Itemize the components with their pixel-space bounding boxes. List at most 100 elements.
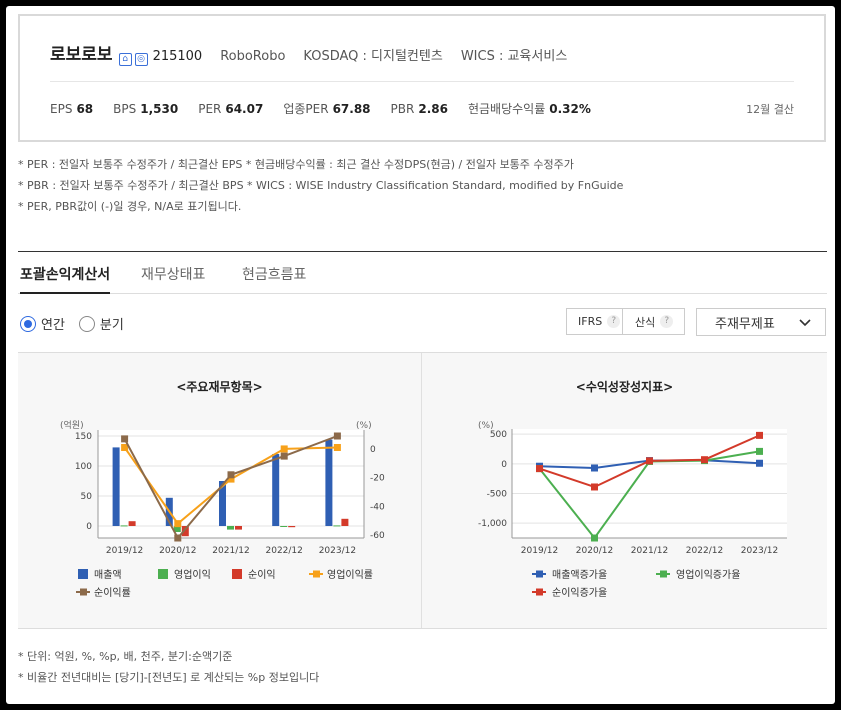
legend-label: 영업이익증가율 — [676, 568, 740, 581]
marker-순이익률 — [174, 534, 182, 542]
page-frame: 로보로보 ⌂ ◎ 215100 RoboRobo KOSDAQ : 디지털컨텐츠… — [6, 6, 835, 704]
help-icon[interactable]: ? — [607, 315, 621, 328]
help-icon[interactable]: ? — [660, 315, 674, 328]
company-header: 로보로보 ⌂ ◎ 215100 RoboRobo KOSDAQ : 디지털컨텐츠… — [50, 40, 568, 66]
legend-label: 영업이익률 — [327, 568, 373, 581]
bar-순이익 — [341, 518, 349, 526]
tab-income-statement[interactable]: 포괄손익계산서 — [20, 264, 111, 294]
legend-label: 순이익증가율 — [552, 587, 607, 599]
company-name: 로보로보 — [50, 45, 113, 65]
home-icon[interactable]: ⌂ — [118, 53, 132, 66]
y-tick-label: 0 — [86, 522, 92, 532]
metric-eps-value: 68 — [76, 102, 94, 116]
statement-type-select[interactable]: 주재무제표 — [696, 308, 826, 336]
marker-순이익증가율 — [701, 456, 708, 464]
note-line: * PER : 전일자 보통주 수정주가 / 최근결산 EPS * 현금배당수익… — [18, 158, 574, 171]
formula-button[interactable]: 산식? — [622, 308, 685, 335]
legend-swatch — [158, 569, 168, 579]
bar-영업이익 — [227, 526, 234, 530]
y2-tick-label: -20 — [370, 474, 385, 484]
marker-순이익증가율 — [536, 465, 543, 473]
marker-순이익률 — [121, 435, 129, 443]
growth-indicators-chart: 500 0 -500 -1,000 (%) 2019/12 2020/12 2021/12 20… — [478, 421, 787, 599]
ifrs-button[interactable]: IFRS? — [566, 308, 623, 335]
y2-tick-label: -40 — [370, 502, 385, 512]
marker-영업이익률 — [174, 520, 182, 528]
marker-순이익증가율 — [591, 483, 598, 491]
note-line: * 단위: 억원, %, %p, 배, 천주, 분기:순액기준 — [18, 650, 233, 663]
metric-industry-per-label: 업종PER — [283, 102, 329, 116]
metric-per-value: 64.07 — [225, 102, 264, 116]
footer-notes: * 단위: 억원, %, %p, 배, 천주, 분기:순액기준 * 비율간 전년… — [18, 646, 319, 688]
settlement-month: 12월 결산 — [746, 103, 794, 116]
y-axis-unit: (억원) — [60, 419, 84, 431]
y2-tick-label: 0 — [370, 445, 376, 455]
y-tick-label: 150 — [75, 432, 92, 442]
ifrs-label: IFRS — [578, 315, 603, 328]
y-tick-label: 100 — [75, 462, 92, 472]
metric-dividend-yield-label: 현금배당수익률 — [467, 102, 546, 116]
y-tick-label: -500 — [487, 490, 508, 500]
bar-순이익 — [128, 521, 136, 526]
marker-영업이익증가율 — [756, 447, 763, 455]
marker-순이익률 — [280, 452, 288, 460]
legend-label: 순이익률 — [94, 587, 131, 599]
market-info: KOSDAQ : 디지털컨텐츠 — [303, 49, 443, 64]
x-tick-label: 2019/12 — [106, 546, 143, 556]
bar-순이익 — [235, 526, 242, 530]
chart-panels: <주요재무항목> 0 50 100 150 0 -20 -40 -60 (억원) (%) 2019/… — [18, 352, 827, 629]
metric-bps-value: 1,530 — [140, 102, 179, 116]
annual-radio[interactable] — [20, 315, 36, 332]
stock-code: 215100 — [152, 49, 203, 64]
annual-label[interactable]: 연간 — [41, 314, 65, 333]
x-tick-label: 2021/12 — [631, 546, 668, 556]
chevron-down-icon — [799, 319, 811, 327]
x-tick-label: 2020/12 — [159, 546, 196, 556]
note-line: * PBR : 전일자 보통주 수정주가 / 최근결산 BPS * WICS :… — [18, 179, 624, 192]
note-line: * 비율간 전년대비는 [당기]-[전년도] 로 계산되는 %p 정보입니다 — [18, 671, 320, 684]
legend-swatch — [536, 588, 543, 596]
company-english-name: RoboRobo — [220, 49, 286, 64]
metric-industry-per-value: 67.88 — [332, 102, 371, 116]
bar-매출액 — [272, 454, 280, 526]
metric-pbr-value: 2.86 — [418, 102, 448, 116]
x-tick-label: 2023/12 — [741, 546, 778, 556]
marker-순이익률 — [227, 471, 235, 479]
marker-순이익률 — [333, 432, 341, 440]
quarter-radio[interactable] — [78, 315, 95, 332]
x-tick-label: 2020/12 — [576, 546, 613, 556]
bar-매출액 — [325, 439, 333, 526]
marker-영업이익률 — [280, 445, 288, 453]
y-axis-unit: (%) — [478, 421, 494, 431]
marker-영업이익률 — [333, 443, 341, 451]
statement-tabs: 포괄손익계산서 재무상태표 현금흐름표 — [18, 260, 827, 294]
plot-area — [512, 429, 787, 538]
note-line: * PER, PBR값이 (-)일 경우, N/A로 표기됩니다. — [18, 200, 242, 213]
marker-매출액증가율 — [756, 459, 763, 467]
tab-cash-flow[interactable]: 현금흐름표 — [242, 264, 306, 294]
growth-indicators-panel: <수익성장성지표> 500 0 -500 -1,000 (%) 2019/12 2020/1… — [422, 353, 827, 628]
metric-bps-label: BPS — [113, 102, 137, 116]
divider — [50, 81, 794, 82]
y2-axis-unit: (%) — [356, 421, 372, 431]
legend-swatch — [313, 570, 320, 578]
y-tick-label: -1,000 — [478, 519, 507, 529]
bar-영업이익 — [120, 525, 128, 527]
period-selector: 연간 분기 — [20, 314, 138, 333]
legend-swatch — [78, 569, 88, 579]
marker-순이익증가율 — [646, 457, 653, 465]
ir-icon[interactable]: ◎ — [134, 53, 148, 66]
wics-info: WICS : 교육서비스 — [460, 49, 568, 64]
tab-balance-sheet[interactable]: 재무상태표 — [141, 264, 205, 294]
y-tick-label: 50 — [81, 492, 93, 502]
quarter-label[interactable]: 분기 — [100, 314, 124, 333]
definition-notes: * PER : 전일자 보통주 수정주가 / 최근결산 EPS * 현금배당수익… — [18, 154, 623, 217]
x-tick-label: 2022/12 — [686, 546, 723, 556]
metric-eps-label: EPS — [50, 102, 73, 116]
key-financials-panel: <주요재무항목> 0 50 100 150 0 -20 -40 -60 (억원) (%) 2019/… — [18, 353, 421, 628]
y2-tick-label: -60 — [370, 531, 385, 541]
legend-swatch — [536, 570, 543, 578]
legend-swatch — [660, 570, 667, 578]
x-tick-label: 2019/12 — [521, 546, 558, 556]
y-tick-label: 0 — [501, 460, 507, 470]
